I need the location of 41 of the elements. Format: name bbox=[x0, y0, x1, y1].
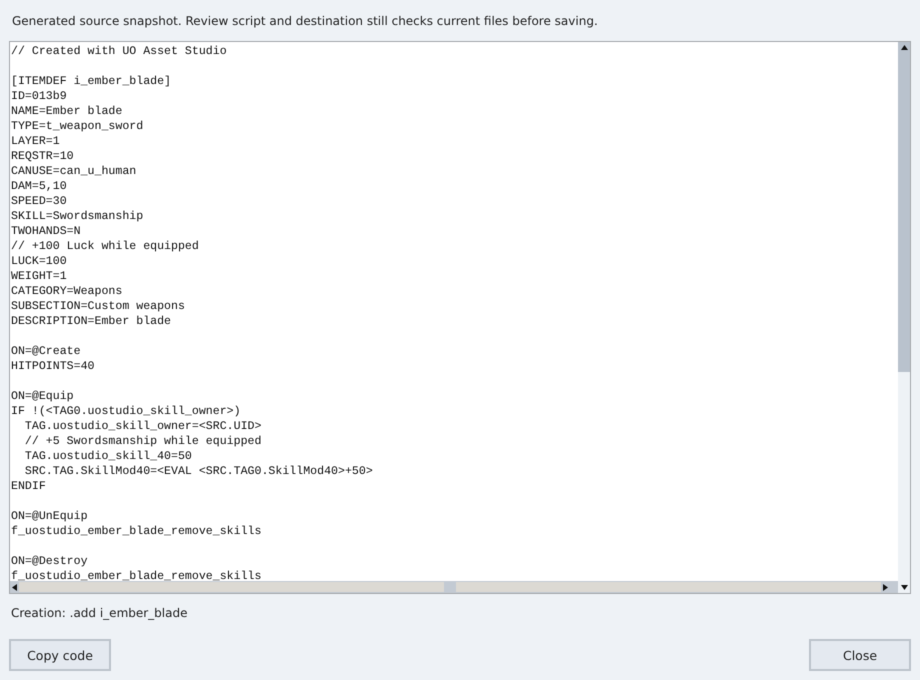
code-line: TAG.uostudio_skill_owner=<SRC.UID> bbox=[24, 419, 262, 434]
code-line: NAME=Ember blade bbox=[11, 104, 124, 119]
code-line: // +100 Luck while equipped bbox=[11, 239, 200, 254]
notice-text: Generated source snapshot. Review script and destination still checks current files before saving. bbox=[12, 13, 599, 30]
code-line: LAYER=1 bbox=[11, 134, 61, 149]
code-line: CATEGORY=Weapons bbox=[11, 284, 124, 299]
code-line: ON=@Equip bbox=[11, 389, 75, 404]
code-line: ON=@Create bbox=[11, 344, 82, 359]
code-line: IF !(<TAG0.uostudio_skill_owner>) bbox=[11, 404, 242, 419]
code-line: DESCRIPTION=Ember blade bbox=[11, 314, 172, 329]
code-line: HITPOINTS=40 bbox=[11, 359, 96, 374]
scroll-right-icon[interactable] bbox=[883, 584, 888, 590]
code-line: SKILL=Swordsmanship bbox=[11, 209, 144, 224]
code-line: SUBSECTION=Custom weapons bbox=[11, 299, 186, 314]
code-line: f_uostudio_ember_blade_remove_skills bbox=[11, 569, 262, 581]
code-line: // +5 Swordsmanship while equipped bbox=[24, 434, 262, 449]
code-line: ON=@Destroy bbox=[11, 554, 89, 569]
code-line: REQSTR=10 bbox=[11, 149, 75, 164]
code-line: ENDIF bbox=[11, 479, 47, 494]
code-line: TAG.uostudio_skill_40=50 bbox=[24, 449, 193, 464]
code-line: LUCK=100 bbox=[11, 254, 68, 269]
code-line: SPEED=30 bbox=[11, 194, 68, 209]
dialog-button[interactable]: Copy code bbox=[9, 639, 111, 671]
code-line: [ITEMDEF i_ember_blade] bbox=[11, 74, 172, 89]
creation-command: Creation: .add i_ember_blade bbox=[11, 605, 188, 622]
code-line: CANUSE=can_u_human bbox=[11, 164, 138, 179]
code-line: ON=@UnEquip bbox=[11, 509, 89, 524]
code-line: f_uostudio_ember_blade_remove_skills bbox=[11, 524, 262, 539]
dialog-button[interactable]: Close bbox=[809, 639, 911, 671]
scroll-left-icon[interactable] bbox=[12, 584, 17, 590]
scroll-down-icon[interactable] bbox=[900, 584, 908, 590]
code-line: WEIGHT=1 bbox=[11, 269, 68, 284]
code-line: // Created with UO Asset Studio bbox=[11, 44, 228, 59]
code-line: SRC.TAG.SkillMod40=<EVAL <SRC.TAG0.SkillMod40>+50> bbox=[24, 464, 374, 479]
code-line: TWOHANDS=N bbox=[11, 224, 82, 239]
vertical-scrollbar[interactable] bbox=[898, 42, 910, 581]
horizontal-scrollbar[interactable] bbox=[10, 581, 898, 593]
code-line: TYPE=t_weapon_sword bbox=[11, 119, 144, 134]
code-line: ID=013b9 bbox=[11, 89, 68, 104]
scroll-up-icon[interactable] bbox=[900, 45, 908, 50]
code-line: DAM=5,10 bbox=[11, 179, 68, 194]
